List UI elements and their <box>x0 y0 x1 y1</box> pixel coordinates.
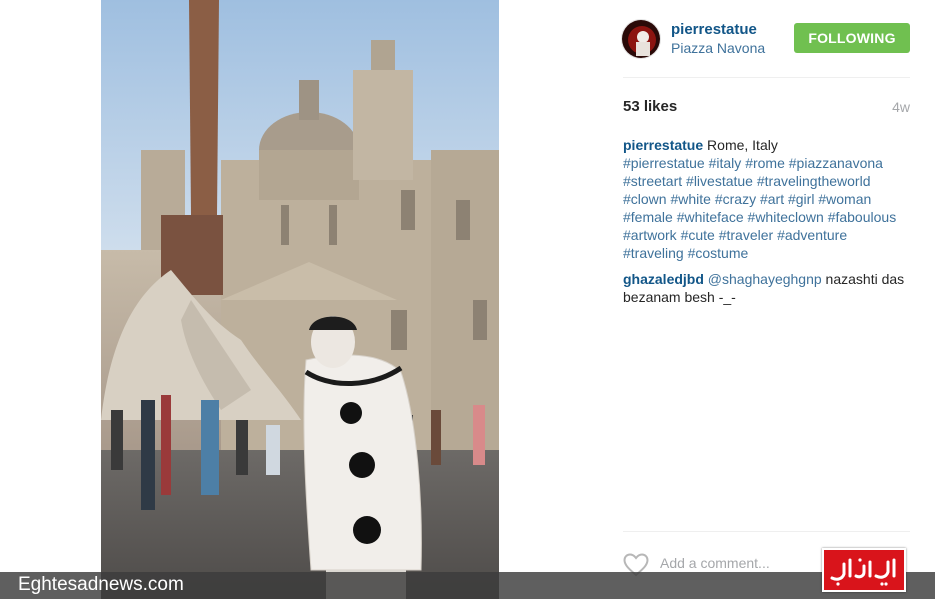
hashtag[interactable]: #piazzanavona <box>789 155 883 171</box>
header-divider <box>623 77 910 78</box>
caption-username[interactable]: pierrestatue <box>623 137 703 153</box>
caption-comment: pierrestatue Rome, Italy #pierrestatue #… <box>623 136 910 262</box>
hashtag[interactable]: #traveling <box>623 245 684 261</box>
comment-divider <box>623 531 910 532</box>
reply-username[interactable]: ghazaledjbd <box>623 271 704 287</box>
hashtag[interactable]: #traveler <box>719 227 773 243</box>
hashtag[interactable]: #artwork <box>623 227 677 243</box>
caption-hashtags: #pierrestatue #italy #rome #piazzanavona… <box>623 155 896 261</box>
post-location[interactable]: Piazza Navona <box>671 40 765 56</box>
post-age[interactable]: 4w <box>892 99 910 115</box>
hashtag[interactable]: #livestatue <box>686 173 753 189</box>
hashtag[interactable]: #costume <box>688 245 749 261</box>
avatar[interactable] <box>621 19 661 59</box>
hashtag[interactable]: #crazy <box>715 191 756 207</box>
hashtag[interactable]: #clown <box>623 191 667 207</box>
hashtag[interactable]: #girl <box>788 191 814 207</box>
site-logo <box>822 548 906 592</box>
hashtag[interactable]: #art <box>760 191 784 207</box>
hashtag[interactable]: #adventure <box>777 227 847 243</box>
hashtag[interactable]: #white <box>670 191 710 207</box>
post-details-panel: pierrestatue Piazza Navona FOLLOWING 53 … <box>621 0 910 599</box>
reply-mention[interactable]: @shaghayeghgnp <box>708 271 822 287</box>
likes-count[interactable]: 53 likes <box>623 98 677 115</box>
hashtag[interactable]: #streetart <box>623 173 682 189</box>
watermark-text: Eghtesadnews.com <box>18 574 184 595</box>
reply-comment: ghazaledjbd @shaghayeghgnp nazashti das … <box>623 270 910 306</box>
comments-list: pierrestatue Rome, Italy #pierrestatue #… <box>623 136 910 314</box>
hashtag[interactable]: #cute <box>681 227 715 243</box>
hashtag[interactable]: #woman <box>818 191 871 207</box>
hashtag[interactable]: #pierrestatue <box>623 155 705 171</box>
hashtag[interactable]: #rome <box>745 155 785 171</box>
post-photo[interactable] <box>101 0 499 599</box>
hashtag[interactable]: #whiteface <box>677 209 744 225</box>
hashtag[interactable]: #travelingtheworld <box>757 173 871 189</box>
comment-input[interactable]: Add a comment... <box>660 555 770 571</box>
hashtag[interactable]: #whiteclown <box>748 209 824 225</box>
following-button[interactable]: FOLLOWING <box>794 23 910 53</box>
caption-text: Rome, Italy <box>707 137 778 153</box>
hashtag[interactable]: #female <box>623 209 673 225</box>
hashtag[interactable]: #italy <box>709 155 742 171</box>
post-header: pierrestatue Piazza Navona FOLLOWING <box>621 19 910 59</box>
hashtag[interactable]: #faboulous <box>828 209 897 225</box>
post-username[interactable]: pierrestatue <box>671 21 757 38</box>
